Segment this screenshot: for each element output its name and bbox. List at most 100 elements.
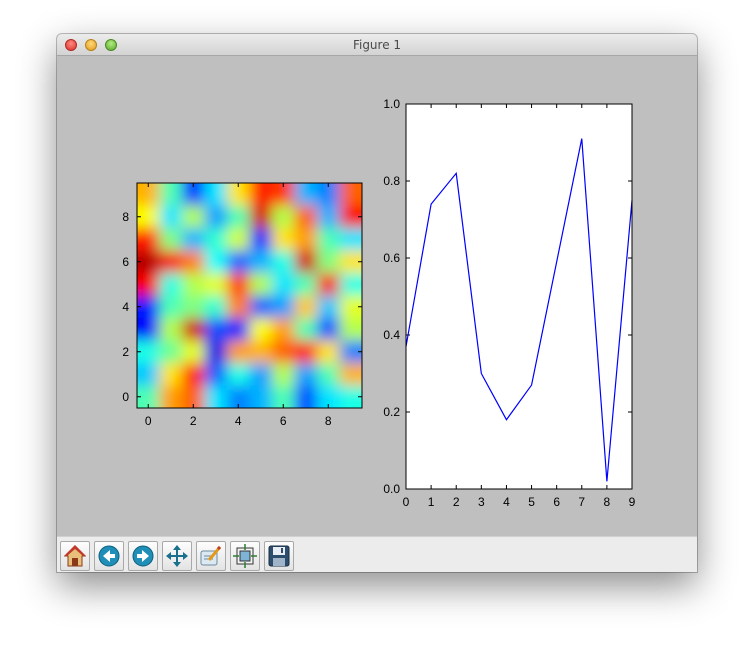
heatmap-cell [204,385,228,408]
heatmap-cell [249,318,273,341]
heatmap-cell [182,205,205,229]
heatmap-cell [159,340,183,364]
heatmap-cell [204,363,228,386]
line-xtick-label: 3 [478,495,485,509]
heatmap-cell [294,340,318,364]
heatmap-axes: 0 2 4 6 8 0 2 4 6 8 [122,182,363,428]
line-xtick-label: 2 [453,495,460,509]
heatmap-cell [159,183,183,206]
heatmap-cell [159,205,183,229]
heatmap-cell [294,295,318,319]
heatmap-xtick-label: 4 [235,414,242,428]
heatmap-cell [137,228,160,251]
heatmap-cell [294,318,318,341]
heatmap-cell [227,273,250,296]
heatmap-cell [272,340,295,364]
save-button[interactable] [264,541,294,571]
line-axes-background [406,104,632,489]
back-button[interactable] [94,541,124,571]
heatmap-cell [182,363,205,386]
heatmap-cell [272,273,295,296]
heatmap-cell [159,318,183,341]
heatmap-cell [317,228,340,251]
heatmap-cell [272,205,295,229]
line-ytick-label: 0.8 [383,174,400,188]
heatmap-cell [204,295,228,319]
line-xtick-label: 9 [629,495,636,509]
heatmap-image [137,183,362,408]
heatmap-cell [227,205,250,229]
heatmap-cell [272,228,295,251]
line-xtick-label: 1 [428,495,435,509]
heatmap-cell [294,363,318,386]
heatmap-cell [227,295,250,319]
heatmap-cell [204,228,228,251]
heatmap-cell [339,318,362,341]
heatmap-xtick-label: 2 [190,414,197,428]
heatmap-cell [249,385,273,408]
pan-button[interactable] [162,541,192,571]
heatmap-cell [317,340,340,364]
line-ytick-label: 0.4 [383,328,400,342]
heatmap-cell [249,295,273,319]
heatmap-cell [317,205,340,229]
heatmap-xtick-label: 8 [325,414,332,428]
heatmap-cell [182,273,205,296]
line-xtick-label: 6 [553,495,560,509]
heatmap-cell [339,385,362,408]
figure-svg: 0 2 4 6 8 0 2 4 6 8 0 1 2 3 4 5 6 7 8 9 0.0 0.2 0.4 0.6 0.8 1.0 [122,97,636,509]
heatmap-ytick-label: 0 [122,390,129,404]
heatmap-cell [159,363,183,386]
heatmap-cell [249,228,273,251]
heatmap-cell [159,385,183,408]
line-ytick-label: 1.0 [383,97,400,111]
title-bar[interactable]: Figure 1 [57,34,697,56]
heatmap-cell [182,318,205,341]
heatmap-ytick-label: 2 [122,345,129,359]
line-ytick-label: 0.2 [383,405,400,419]
heatmap-cell [294,385,318,408]
heatmap-cell [137,363,160,386]
zoom-button[interactable] [196,541,226,571]
heatmap-cell [204,340,228,364]
pan-move-icon [166,545,188,567]
heatmap-cell [182,340,205,364]
heatmap-cell [204,318,228,341]
figure-window: Figure 1 0246802468 0 1 2 3 4 5 6 7 8 9 0.0 0.2 0.4 0… [57,34,697,572]
heatmap-cell [159,295,183,319]
heatmap-cell [227,318,250,341]
line-xtick-label: 0 [403,495,410,509]
heatmap-cell [249,250,273,274]
heatmap-cell [294,273,318,296]
heatmap-cell [272,363,295,386]
heatmap-cell [159,250,183,274]
heatmap-cell [317,250,340,274]
heatmap-ytick-label: 8 [122,210,129,224]
forward-button[interactable] [128,541,158,571]
line-xtick-label: 8 [604,495,611,509]
heatmap-cell [272,250,295,274]
line-xtick-label: 7 [578,495,585,509]
heatmap-cell [339,228,362,251]
heatmap-cell [182,250,205,274]
heatmap-cell [204,250,228,274]
subplots-button[interactable] [230,541,260,571]
heatmap-cell [317,273,340,296]
back-arrow-icon [98,545,120,567]
heatmap-cell [137,183,160,206]
forward-arrow-icon [132,545,154,567]
heatmap-ytick-label: 4 [122,300,129,314]
heatmap-cell [339,183,362,206]
heatmap-cell [249,183,273,206]
heatmap-ytick-label: 6 [122,255,129,269]
heatmap-xtick-label: 6 [280,414,287,428]
home-button[interactable] [60,541,90,571]
heatmap-cell [249,340,273,364]
heatmap-cell [294,228,318,251]
zoom-rect-icon [200,545,222,566]
line-xtick-label: 5 [528,495,535,509]
heatmap-cell [227,340,250,364]
heatmap-cell [227,363,250,386]
heatmap-smoothing [137,183,362,408]
heatmap-cell [137,273,160,296]
